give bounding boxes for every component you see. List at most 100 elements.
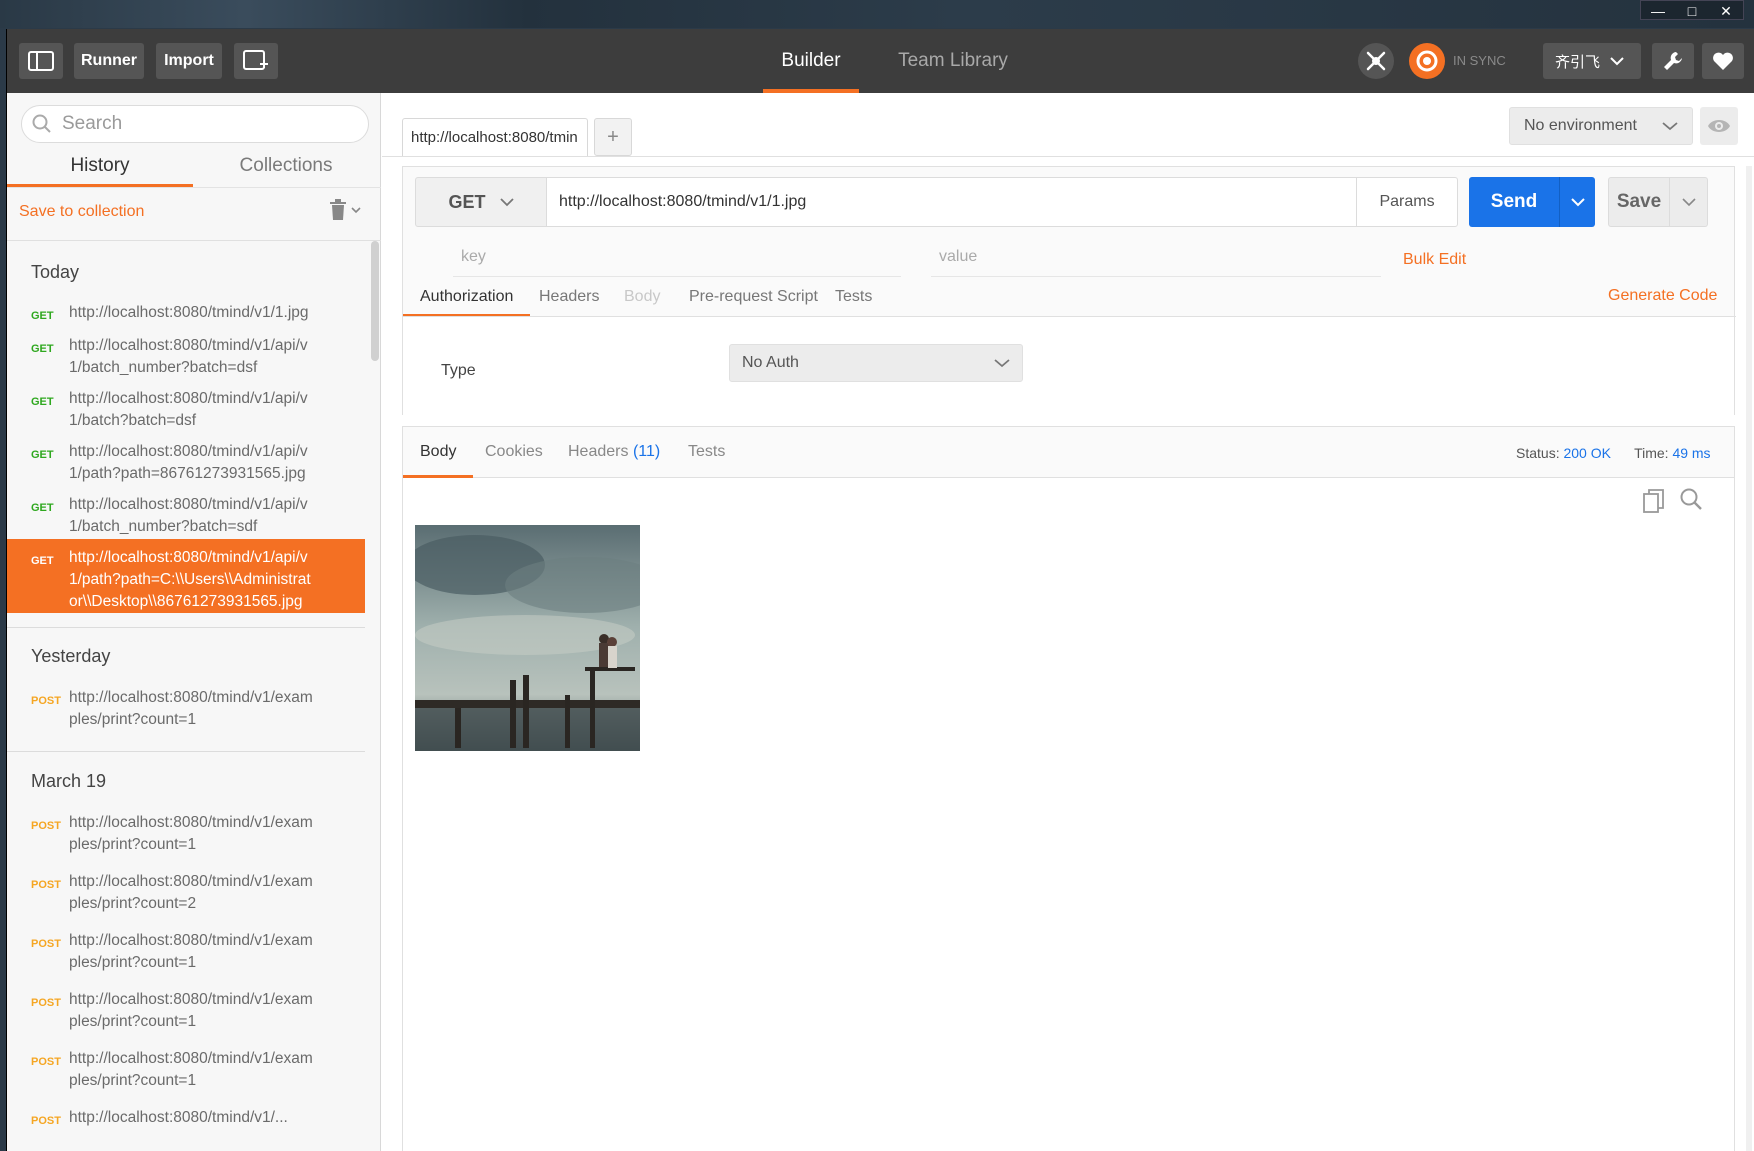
history-url: http://localhost:8080/tmind/v1/exam <box>69 991 313 1008</box>
desktop-background <box>0 0 1754 28</box>
history-item[interactable]: GET http://localhost:8080/tmind/v1/api/v… <box>7 433 365 493</box>
authorization-panel: Type No Auth <box>403 317 1734 415</box>
history-item[interactable]: POST http://localhost:8080/tmind/v1/exam… <box>7 922 365 982</box>
param-value-input[interactable] <box>931 237 1381 277</box>
request-builder: http://localhost:8080/tmin + No environm… <box>382 93 1754 1151</box>
method-badge: GET <box>31 310 54 322</box>
search-box[interactable] <box>21 105 369 143</box>
tab-response-headers[interactable]: Headers (11) <box>568 443 660 478</box>
history-item[interactable]: GET http://localhost:8080/tmind/v1/api/v… <box>7 327 365 387</box>
settings-button[interactable] <box>1652 43 1694 79</box>
history-url: ples/print?count=1 <box>69 836 197 853</box>
tab-history[interactable]: History <box>7 145 193 187</box>
environment-select[interactable]: No environment <box>1509 107 1693 145</box>
method-badge: POST <box>31 997 61 1009</box>
history-item[interactable]: POST http://localhost:8080/tmind/v1/exam… <box>7 804 365 864</box>
history-url: 1/batch_number?batch=sdf <box>69 518 258 535</box>
method-badge: POST <box>31 1115 61 1127</box>
photo-couple-on-pier <box>415 525 640 751</box>
tab-builder[interactable]: Builder <box>763 29 859 93</box>
param-key-input[interactable] <box>453 237 901 277</box>
send-button[interactable]: Send <box>1469 177 1559 227</box>
environment-value: No environment <box>1524 117 1637 134</box>
history-item[interactable]: GET http://localhost:8080/tmind/v1/api/v… <box>7 380 365 440</box>
toggle-sidebar-button[interactable] <box>19 43 63 79</box>
request-panel: GET Params Send Save Bulk Edit Authoriza… <box>402 166 1736 415</box>
close-icon[interactable]: ✕ <box>1709 1 1743 21</box>
tab-tests[interactable]: Tests <box>835 280 872 317</box>
new-tab-button[interactable]: + <box>594 118 632 156</box>
wrench-icon <box>1664 52 1682 70</box>
sync-icon <box>1416 50 1438 72</box>
generate-code-link[interactable]: Generate Code <box>1608 287 1717 305</box>
history-url: 1/path?path=86761273931565.jpg <box>69 465 306 482</box>
copy-button[interactable] <box>1643 489 1665 518</box>
auth-type-select[interactable]: No Auth <box>729 344 1023 382</box>
history-item[interactable]: POST http://localhost:8080/tmind/v1/exam… <box>7 863 365 923</box>
delete-history-button[interactable] <box>329 199 361 221</box>
eye-icon <box>1708 120 1730 132</box>
history-url: or\\Desktop\\86761273931565.jpg <box>69 593 303 610</box>
search-input[interactable] <box>62 113 342 135</box>
history-url: http://localhost:8080/tmind/v1/exam <box>69 689 313 706</box>
params-button[interactable]: Params <box>1356 177 1458 227</box>
tab-authorization[interactable]: Authorization <box>402 280 531 317</box>
sync-button[interactable] <box>1409 43 1445 79</box>
main-scrollbar[interactable] <box>1746 166 1752 1151</box>
tab-cookies[interactable]: Cookies <box>485 443 543 478</box>
chevron-down-icon <box>1662 122 1678 131</box>
save-button[interactable]: Save <box>1608 177 1670 227</box>
history-url: 1/batch_number?batch=dsf <box>69 359 258 376</box>
maximize-icon[interactable]: □ <box>1675 1 1709 21</box>
user-menu[interactable]: 齐引飞 <box>1543 43 1641 79</box>
favorites-button[interactable] <box>1702 43 1744 79</box>
method-select[interactable]: GET <box>415 177 547 227</box>
history-url: http://localhost:8080/tmind/v1/exam <box>69 932 313 949</box>
send-dropdown-button[interactable] <box>1559 177 1595 227</box>
history-url: 1/path?path=C:\\Users\\Administrat <box>69 571 311 588</box>
sync-status: IN SYNC <box>1453 53 1506 68</box>
history-item[interactable]: POST http://localhost:8080/tmind/v1/exam… <box>7 1040 365 1100</box>
history-url: ples/print?count=2 <box>69 895 197 912</box>
tab-response-tests[interactable]: Tests <box>688 443 725 478</box>
history-url: http://localhost:8080/tmind/v1/... <box>69 1109 288 1126</box>
search-icon <box>1680 488 1702 510</box>
sidebar-scrollbar[interactable] <box>371 241 379 361</box>
url-input[interactable] <box>547 177 1357 227</box>
response-meta: Status: 200 OK Time: 49 ms <box>1516 445 1711 461</box>
save-dropdown-button[interactable] <box>1670 177 1708 227</box>
interceptor-button[interactable] <box>1358 43 1394 79</box>
history-item[interactable]: POST http://localhost:8080/tmind/v1/... <box>7 1099 365 1137</box>
tab-headers[interactable]: Headers <box>539 280 599 317</box>
satellite-icon <box>1366 51 1386 71</box>
import-button[interactable]: Import <box>156 43 222 79</box>
runner-button[interactable]: Runner <box>74 43 144 79</box>
tab-pre-request-script[interactable]: Pre-request Script <box>689 280 818 317</box>
heart-icon <box>1713 52 1733 70</box>
tab-body[interactable]: Body <box>624 280 660 317</box>
postman-window: Runner Import Builder Team Library IN SY… <box>6 29 1754 1151</box>
tab-response-body[interactable]: Body <box>402 443 475 478</box>
method-badge: GET <box>31 396 54 408</box>
group-header-yesterday: Yesterday <box>31 646 111 666</box>
history-url: http://localhost:8080/tmind/v1/exam <box>69 814 313 831</box>
method-value: GET <box>448 191 486 212</box>
history-item[interactable]: POST http://localhost:8080/tmind/v1/exam… <box>7 679 365 739</box>
environment-quick-look-button[interactable] <box>1700 107 1738 145</box>
history-item[interactable]: POST http://localhost:8080/tmind/v1/exam… <box>7 981 365 1041</box>
search-response-button[interactable] <box>1679 487 1703 516</box>
history-item-selected[interactable]: GET http://localhost:8080/tmind/v1/api/v… <box>7 539 365 613</box>
history-url: http://localhost:8080/tmind/v1/api/v <box>69 496 308 513</box>
response-image-preview <box>415 525 640 751</box>
save-to-collection-link[interactable]: Save to collection <box>19 203 144 221</box>
method-badge: POST <box>31 1056 61 1068</box>
tab-collections[interactable]: Collections <box>193 145 379 187</box>
minimize-icon[interactable]: — <box>1641 1 1675 21</box>
new-window-button[interactable] <box>234 43 278 79</box>
history-list: Today GET http://localhost:8080/tmind/v1… <box>7 241 371 1151</box>
request-tab[interactable]: http://localhost:8080/tmin <box>402 118 588 156</box>
history-item[interactable]: GET http://localhost:8080/tmind/v1/api/v… <box>7 486 365 546</box>
sidebar-toggle-icon <box>28 51 54 71</box>
tab-team-library[interactable]: Team Library <box>873 29 1033 93</box>
bulk-edit-link[interactable]: Bulk Edit <box>1403 251 1466 269</box>
